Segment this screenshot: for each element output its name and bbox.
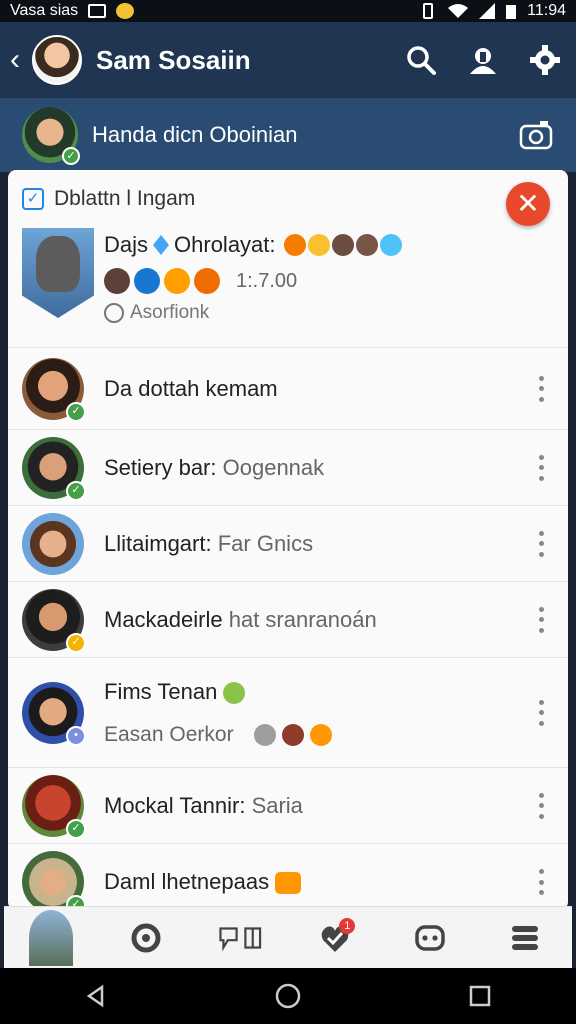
bottom-nav: 1: [4, 906, 572, 968]
knight-character-icon: [36, 236, 80, 292]
nav-check-icon[interactable]: 1: [313, 916, 357, 960]
close-button[interactable]: ✕: [506, 182, 550, 226]
diamond-icon: [153, 235, 170, 255]
contact-name: Setiery bar: Oogennak: [104, 454, 325, 480]
mail-icon: [88, 4, 107, 18]
contact-avatar: ✓: [22, 436, 86, 501]
back-triangle-icon[interactable]: [76, 976, 116, 1016]
reaction-icon: [194, 268, 220, 294]
camera-icon[interactable]: [518, 117, 554, 153]
emoji-icon: [355, 234, 378, 256]
contact-name: Daml lhetnepaas: [104, 869, 302, 895]
reaction-icon: [164, 268, 190, 294]
contact-avatar: ✓: [22, 588, 86, 653]
group-avatar: ✓: [22, 107, 80, 165]
contacts-card: ✓ Dblattn l Ingam ✕ Dajs Ohrolayat: 1:.7…: [8, 170, 568, 910]
featured-time: 1:.7.00: [236, 269, 298, 292]
home-avatar-icon: [29, 909, 74, 966]
group-title: Handa dicn Oboinian: [92, 122, 298, 147]
more-options-icon[interactable]: [536, 792, 546, 819]
more-options-icon[interactable]: [536, 699, 546, 726]
contact-name: Da dottah kemam: [104, 375, 278, 401]
recents-square-icon[interactable]: [460, 976, 500, 1016]
app-title: Sam Sosaiin: [96, 44, 251, 75]
search-icon[interactable]: [404, 43, 438, 77]
online-badge-icon: ✓: [66, 818, 86, 839]
contact-name: Mockal Tannir: Saria: [104, 792, 303, 818]
nav-menu-icon[interactable]: [503, 916, 547, 960]
card-title: Dblattn l Ingam: [54, 187, 196, 210]
settings-gear-icon[interactable]: [528, 43, 562, 77]
emoji-notification-icon: [116, 3, 135, 19]
status-badge-icon: ✓: [66, 632, 86, 653]
list-item[interactable]: ✓ Mackadeirle hat sranranoán: [8, 582, 568, 658]
reaction-icon: [134, 268, 160, 294]
online-badge-icon: ✓: [66, 480, 86, 501]
list-item[interactable]: ✓ Setiery bar: Oogennak: [8, 430, 568, 506]
app-bar: ‹ Sam Sosaiin: [0, 22, 576, 98]
emoji-icon: [281, 723, 304, 746]
list-item[interactable]: Llitaimgart: Far Gnics: [8, 506, 568, 582]
more-options-icon[interactable]: [536, 454, 546, 481]
online-badge-icon: ✓: [66, 401, 86, 422]
featured-status: Ohrolayat:: [174, 232, 276, 257]
notification-badge: 1: [339, 917, 356, 934]
reaction-icon: [104, 268, 130, 294]
emoji-icon: [307, 234, 330, 256]
emoji-icon: [379, 234, 402, 256]
status-badge-icon: •: [66, 725, 86, 746]
contact-name: Llitaimgart: Far Gnics: [104, 530, 314, 556]
contact-avatar: ✓: [22, 774, 86, 839]
emoji-icon: [331, 234, 354, 256]
home-circle-icon[interactable]: [268, 976, 308, 1016]
featured-location: Asorfionk: [130, 302, 210, 323]
status-bar: Vasa sias 11:94: [0, 0, 576, 22]
more-options-icon[interactable]: [536, 375, 546, 402]
list-item[interactable]: ✓ Da dottah kemam: [8, 348, 568, 430]
contact-name: Fims Tenan: [104, 679, 332, 705]
clock: 11:94: [527, 2, 566, 19]
more-options-icon[interactable]: [536, 606, 546, 633]
contact-avatar: [22, 512, 84, 575]
emoji-icon: [223, 681, 246, 704]
back-arrow-icon[interactable]: ‹: [10, 43, 28, 77]
nav-bot-icon[interactable]: [408, 916, 452, 960]
contact-avatar: ✓: [22, 357, 86, 422]
more-options-icon[interactable]: [536, 869, 546, 895]
add-contact-icon[interactable]: [466, 43, 500, 77]
group-header[interactable]: ✓ Handa dicn Oboinian: [0, 98, 576, 172]
nav-chat-icon[interactable]: [219, 916, 263, 960]
contact-subtitle: Easan Oerkor: [104, 722, 234, 746]
featured-contact[interactable]: Dajs Ohrolayat: 1:.7.00 Asorfionk: [8, 228, 568, 348]
vibrate-icon: [423, 3, 434, 19]
system-nav-bar: [0, 968, 576, 1024]
nav-refresh-icon[interactable]: [124, 916, 168, 960]
list-item[interactable]: ✓ Daml lhetnepaas: [8, 844, 568, 910]
signal-icon: [479, 3, 496, 19]
contact-avatar: ✓: [22, 851, 86, 910]
emoji-icon: [283, 234, 306, 256]
location-icon: [104, 303, 124, 323]
profile-avatar[interactable]: [32, 35, 82, 85]
emoji-icon: [275, 872, 302, 895]
featured-name: Dajs: [104, 232, 149, 257]
list-item[interactable]: ✓ Mockal Tannir: Saria: [8, 768, 568, 844]
emoji-icon: [253, 723, 276, 746]
checkbox-icon[interactable]: ✓: [22, 188, 44, 210]
more-options-icon[interactable]: [536, 530, 546, 557]
list-item[interactable]: • Fims Tenan Easan Oerkor: [8, 658, 568, 768]
carrier-label: Vasa sias: [10, 2, 79, 19]
emoji-icon: [309, 723, 332, 746]
wifi-icon: [448, 4, 469, 18]
contact-name: Mackadeirle hat sranranoán: [104, 606, 377, 632]
battery-icon: [506, 5, 517, 19]
nav-home-avatar[interactable]: [29, 909, 74, 966]
card-header: ✓ Dblattn l Ingam ✕: [8, 170, 568, 228]
online-badge-icon: ✓: [62, 147, 80, 165]
contact-avatar: •: [22, 681, 86, 746]
featured-avatar: [22, 228, 94, 318]
